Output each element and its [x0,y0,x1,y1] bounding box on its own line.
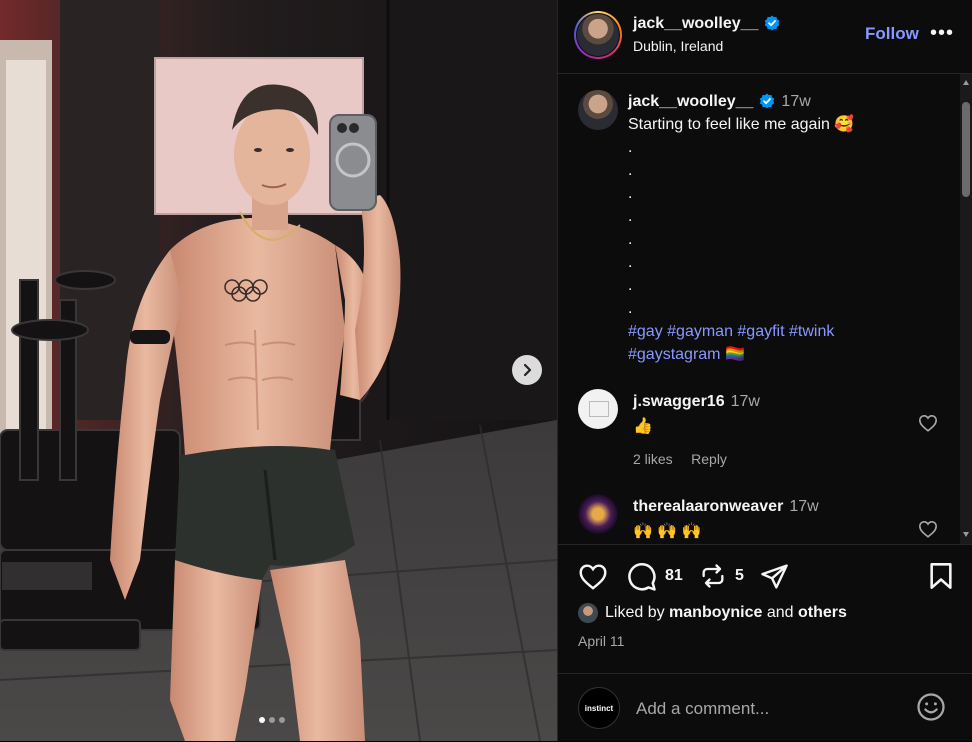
reply-button[interactable]: Reply [691,451,727,467]
comment-time[interactable]: 17w [789,498,818,515]
caption-text: Starting to feel like me again 🥰 [628,116,855,133]
gym-photo [0,0,557,741]
liker-username[interactable]: manboynice [669,604,762,622]
caption-avatar[interactable] [578,90,618,130]
author-username[interactable]: jack__woolley__ [633,15,758,32]
post-side-panel: jack__woolley__ Dublin, Ireland Follow •… [557,0,972,741]
heart-icon[interactable] [918,520,938,538]
caption-hashtag[interactable]: #gaystagram [628,346,721,363]
comment-time[interactable]: 17w [731,393,760,410]
comments-section[interactable]: jack__woolley__ 17w Starting to feel like… [558,74,972,545]
heart-icon[interactable] [918,414,938,432]
carousel-dot [259,717,265,723]
caption-username[interactable]: jack__woolley__ [628,93,753,110]
follow-button[interactable]: Follow [865,24,919,44]
caption-dot: . [628,208,633,225]
repost-icon[interactable] [699,562,727,590]
scroll-down-arrow[interactable] [963,532,969,537]
comments-scrollbar[interactable] [960,74,972,544]
bookmark-icon[interactable] [929,562,953,590]
caption-time[interactable]: 17w [781,93,810,110]
comment-likes[interactable]: 2 likes [633,451,673,467]
caption-dot: . [628,300,633,317]
verified-badge-icon [765,15,780,31]
comment: j.swagger16 17w 👍 2 likes Reply [633,390,933,469]
post-location[interactable]: Dublin, Ireland [633,38,723,54]
comment-text: 👍 [633,418,653,435]
rainbow-flag-emoji: 🏳️‍🌈 [724,346,745,363]
share-icon[interactable] [760,562,789,591]
emoji-icon[interactable] [916,692,946,722]
liked-by-others-link[interactable]: others [798,604,847,622]
caption-dot: . [628,185,633,202]
current-user-avatar[interactable]: instinct [578,687,620,729]
commenter-avatar[interactable] [578,494,618,534]
caption-hashtags[interactable]: #gay #gayman #gayfit #twink [628,320,948,343]
carousel-dot [269,717,275,723]
carousel-dot [279,717,285,723]
next-image-button[interactable] [512,355,542,385]
scroll-thumb[interactable] [962,102,970,197]
caption-dot: . [628,231,633,248]
verified-badge-icon [760,93,775,109]
chevron-right-icon [523,363,532,377]
liker-avatar[interactable] [578,603,598,623]
carousel-indicator [259,717,285,723]
comment-text: 🙌 🙌 🙌 [633,523,702,540]
caption-dot: . [628,277,633,294]
commenter-avatar[interactable] [578,389,618,429]
post-image[interactable] [0,0,557,741]
scroll-up-arrow[interactable] [963,80,969,85]
author-avatar[interactable] [574,11,622,59]
caption-dot: . [628,162,633,179]
caption-dot: . [628,254,633,271]
liked-by: Liked by manboynice and others [578,603,847,623]
comment-count[interactable]: 81 [665,567,683,585]
repost-count[interactable]: 5 [735,567,744,585]
heart-icon[interactable] [578,563,608,590]
more-options-button[interactable]: ••• [930,22,954,45]
comment-icon[interactable] [627,562,657,592]
caption-dot: . [628,139,633,156]
comment-username[interactable]: therealaaronweaver [633,498,783,515]
caption: jack__woolley__ 17w Starting to feel like… [628,90,948,366]
post-date[interactable]: April 11 [578,633,624,649]
comment: therealaaronweaver 17w 🙌 🙌 🙌 [633,495,933,543]
post-header: jack__woolley__ Dublin, Ireland Follow •… [558,0,972,74]
author-photo [577,14,619,56]
add-comment-input[interactable] [634,697,908,721]
comment-username[interactable]: j.swagger16 [633,393,725,410]
